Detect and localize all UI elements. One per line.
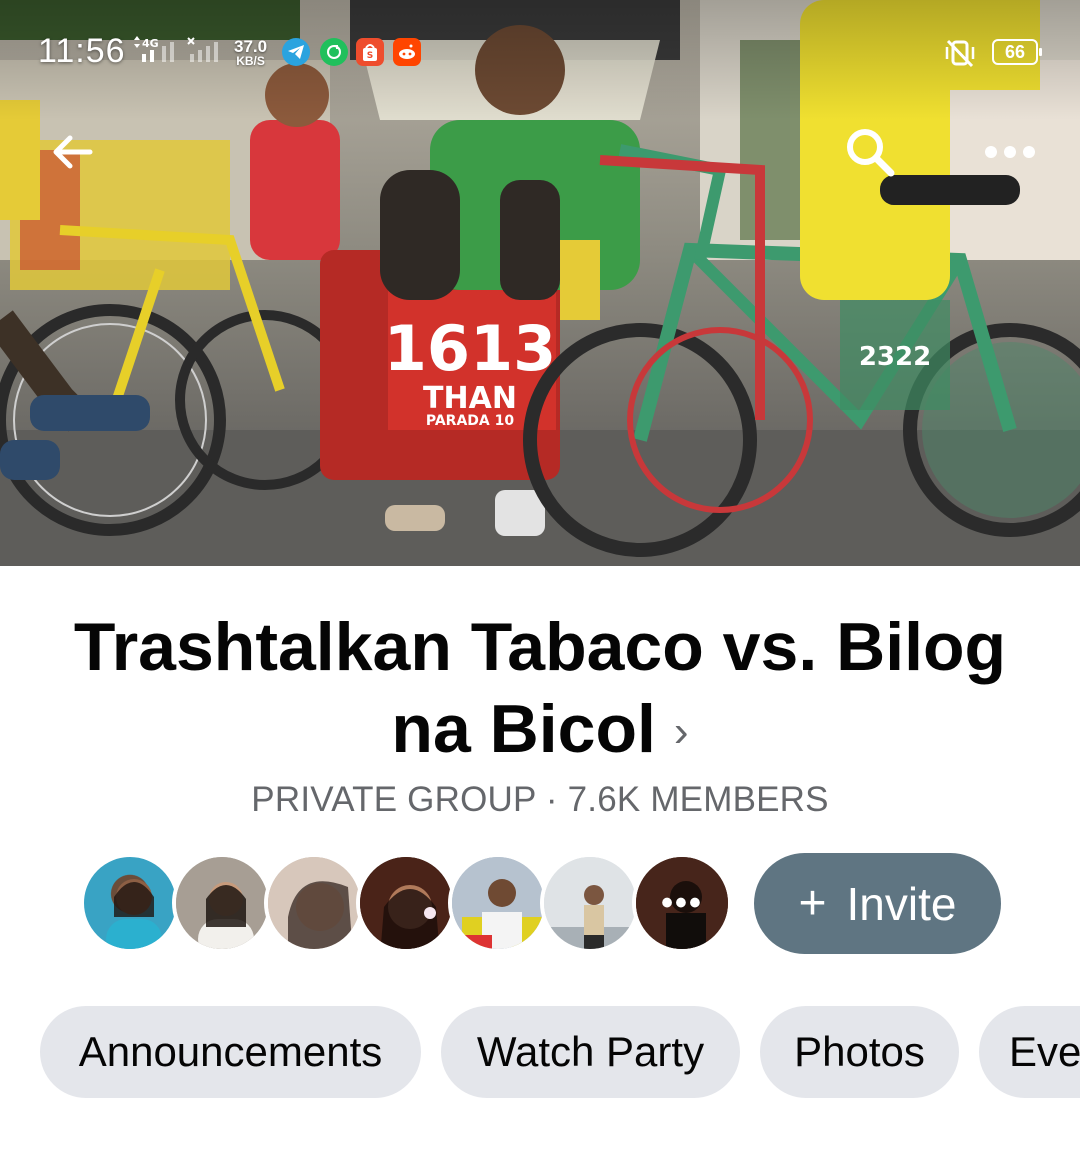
invite-button[interactable]: + Invite <box>754 853 1001 954</box>
chevron-right-icon: › <box>673 707 689 756</box>
svg-text:4G: 4G <box>142 37 159 50</box>
signal-icon: 4G <box>134 36 218 62</box>
telegram-icon <box>282 38 310 66</box>
network-speed: 37.0 KB/S <box>234 37 268 68</box>
reddit-icon <box>393 38 421 66</box>
member-avatar-more[interactable]: ••• <box>632 853 732 953</box>
member-avatar[interactable] <box>80 853 180 953</box>
status-time: 11:56 <box>38 32 126 70</box>
member-avatar[interactable] <box>540 853 640 953</box>
group-title-line1: Trashtalkan Tabaco vs. Bilog <box>73 609 1007 685</box>
search-button[interactable] <box>840 124 900 180</box>
member-avatars[interactable]: ••• <box>80 853 740 953</box>
shopee-icon: S <box>356 38 384 66</box>
member-avatar[interactable] <box>448 853 548 953</box>
plate-text: THAN <box>423 381 517 416</box>
more-members-icon: ••• <box>636 857 728 949</box>
plate-sub: PARADA 10 <box>426 413 514 429</box>
vibrate-mute-icon <box>945 39 975 68</box>
more-dots-icon <box>985 146 1035 158</box>
back-arrow-icon <box>53 135 93 169</box>
plate-number: 1613 <box>384 312 557 385</box>
member-avatar[interactable] <box>172 853 272 953</box>
group-title-line2: na Bicol <box>391 691 656 767</box>
tab-photos[interactable]: Photos <box>760 1006 959 1098</box>
tab-watch-party[interactable]: Watch Party <box>441 1006 740 1098</box>
status-bar: 11:56 4G 37.0 KB/S S 66 <box>0 0 1080 100</box>
network-indicator: 4G <box>128 36 228 68</box>
svg-text:S: S <box>367 51 373 61</box>
group-meta: PRIVATE GROUP · 7.6K MEMBERS <box>251 780 829 819</box>
battery-indicator: 66 <box>992 39 1042 65</box>
member-avatar[interactable] <box>264 853 364 953</box>
back-button[interactable] <box>42 124 102 180</box>
search-icon <box>847 129 895 177</box>
side-plate: 2322 <box>859 342 931 372</box>
tab-announcements[interactable]: Announcements <box>40 1006 421 1098</box>
group-title[interactable]: Trashtalkan Tabaco vs. Bilog na Bicol › <box>40 606 1040 773</box>
tab-events[interactable]: Eve <box>979 1006 1080 1098</box>
member-avatar[interactable] <box>356 853 456 953</box>
plus-icon: + <box>798 876 827 930</box>
sync-icon <box>320 38 348 66</box>
invite-label: Invite <box>846 877 957 930</box>
more-options-button[interactable] <box>980 124 1040 180</box>
group-tabs: Announcements Watch Party Photos Eve <box>0 1006 1080 1098</box>
